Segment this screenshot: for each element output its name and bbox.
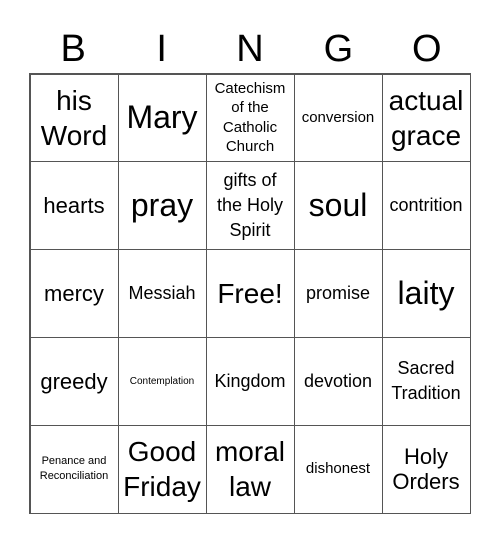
bingo-cell[interactable]: conversion [293,73,383,163]
bingo-cell[interactable]: Catechism of the Catholic Church [205,73,295,163]
bingo-cell[interactable]: Sacred Tradition [381,336,471,426]
bingo-cell[interactable]: greedy [29,336,119,426]
bingo-cell[interactable]: Mary [117,73,207,163]
bingo-cell[interactable]: Good Friday [117,424,207,514]
bingo-cell[interactable]: pray [117,161,207,251]
header-letter-o: O [412,28,442,70]
bingo-cell[interactable]: hearts [29,161,119,251]
header-letter-g: G [323,28,354,70]
free-space-cell[interactable]: Free! [205,249,295,338]
bingo-cell[interactable]: soul [293,161,383,251]
bingo-cell[interactable]: Holy Orders [381,424,471,514]
bingo-header: B I N G O [29,26,471,72]
bingo-cell[interactable]: Kingdom [205,336,295,426]
bingo-cell[interactable]: dishonest [293,424,383,514]
bingo-cell[interactable]: Messiah [117,249,207,338]
bingo-cell[interactable]: moral law [205,424,295,514]
bingo-cell[interactable]: devotion [293,336,383,426]
header-letter-i: I [156,28,167,70]
bingo-cell[interactable]: promise [293,249,383,338]
header-letter-b: B [60,28,86,70]
bingo-cell[interactable]: his Word [29,73,119,163]
header-letter-n: N [236,28,264,70]
bingo-cell[interactable]: contrition [381,161,471,251]
bingo-cell[interactable]: laity [381,249,471,338]
bingo-cell[interactable]: actual grace [381,73,471,163]
bingo-board: his Word Mary Catechism of the Catholic … [29,73,471,514]
bingo-cell[interactable]: Penance and Reconciliation [29,424,119,514]
bingo-cell[interactable]: Contemplation [117,336,207,426]
bingo-cell[interactable]: mercy [29,249,119,338]
bingo-cell[interactable]: gifts of the Holy Spirit [205,161,295,251]
